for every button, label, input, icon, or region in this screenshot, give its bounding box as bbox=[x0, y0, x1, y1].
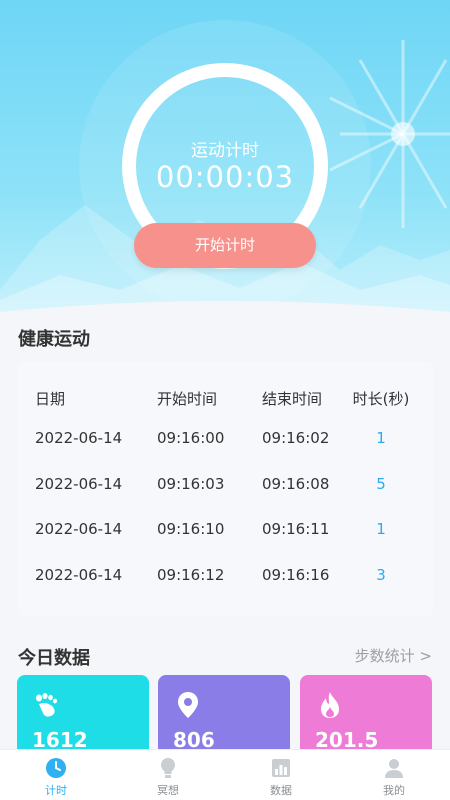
cell-date: 2022-06-14 bbox=[35, 429, 123, 447]
table-row: 2022-06-14 09:16:10 09:16:11 1 bbox=[18, 520, 433, 544]
column-header-date: 日期 bbox=[35, 390, 66, 408]
cell-end: 09:16:16 bbox=[262, 566, 330, 584]
cell-duration: 3 bbox=[376, 566, 386, 584]
cell-duration: 5 bbox=[376, 475, 386, 493]
tab-label: 我的 bbox=[383, 784, 405, 797]
start-timer-button[interactable]: 开始计时 bbox=[134, 223, 316, 268]
tab-data[interactable]: 数据 bbox=[225, 750, 337, 800]
health-section-title: 健康运动 bbox=[18, 329, 90, 350]
bar-chart-icon bbox=[272, 759, 290, 777]
cell-start: 09:16:12 bbox=[157, 566, 225, 584]
tab-label: 计时 bbox=[45, 784, 67, 797]
table-row: 2022-06-14 09:16:00 09:16:02 1 bbox=[18, 429, 433, 453]
cell-end: 09:16:08 bbox=[262, 475, 330, 493]
today-section-title: 今日数据 bbox=[18, 648, 90, 669]
user-icon bbox=[385, 759, 403, 778]
table-row: 2022-06-14 09:16:03 09:16:08 5 bbox=[18, 475, 433, 499]
cell-duration: 1 bbox=[376, 429, 386, 447]
timer-display: 00:00:03 bbox=[155, 160, 295, 194]
column-header-end: 结束时间 bbox=[262, 390, 323, 408]
column-header-duration: 时长(秒) bbox=[352, 390, 410, 408]
cell-date: 2022-06-14 bbox=[35, 520, 123, 538]
bottom-tab-bar: 计时 冥想 数据 我的 bbox=[0, 749, 450, 800]
clock-icon bbox=[46, 758, 66, 778]
cell-date: 2022-06-14 bbox=[35, 475, 123, 493]
tab-label: 数据 bbox=[270, 784, 292, 797]
tab-label: 冥想 bbox=[157, 784, 179, 797]
cell-start: 09:16:03 bbox=[157, 475, 225, 493]
footprint-icon bbox=[36, 693, 57, 717]
cell-duration: 1 bbox=[376, 520, 386, 538]
table-header-row: 日期 开始时间 结束时间 时长(秒) bbox=[18, 388, 433, 412]
timer-hero: 运动计时 00:00:03 开始计时 bbox=[0, 0, 450, 322]
exercise-records-table: 日期 开始时间 结束时间 时长(秒) 2022-06-14 09:16:00 0… bbox=[18, 362, 433, 616]
flame-icon bbox=[321, 692, 339, 718]
step-stats-link[interactable]: 步数统计 > bbox=[355, 645, 432, 666]
timer-title: 运动计时 bbox=[191, 141, 259, 161]
tab-timer[interactable]: 计时 bbox=[0, 750, 112, 800]
cell-end: 09:16:11 bbox=[262, 520, 330, 538]
cell-start: 09:16:00 bbox=[157, 429, 225, 447]
cell-start: 09:16:10 bbox=[157, 520, 225, 538]
tab-profile[interactable]: 我的 bbox=[338, 750, 450, 800]
location-pin-icon bbox=[178, 692, 198, 718]
lightbulb-icon bbox=[161, 758, 175, 778]
table-row: 2022-06-14 09:16:12 09:16:16 3 bbox=[18, 566, 433, 590]
column-header-start: 开始时间 bbox=[157, 390, 218, 408]
cell-date: 2022-06-14 bbox=[35, 566, 123, 584]
cell-end: 09:16:02 bbox=[262, 429, 330, 447]
tab-meditation[interactable]: 冥想 bbox=[112, 750, 224, 800]
